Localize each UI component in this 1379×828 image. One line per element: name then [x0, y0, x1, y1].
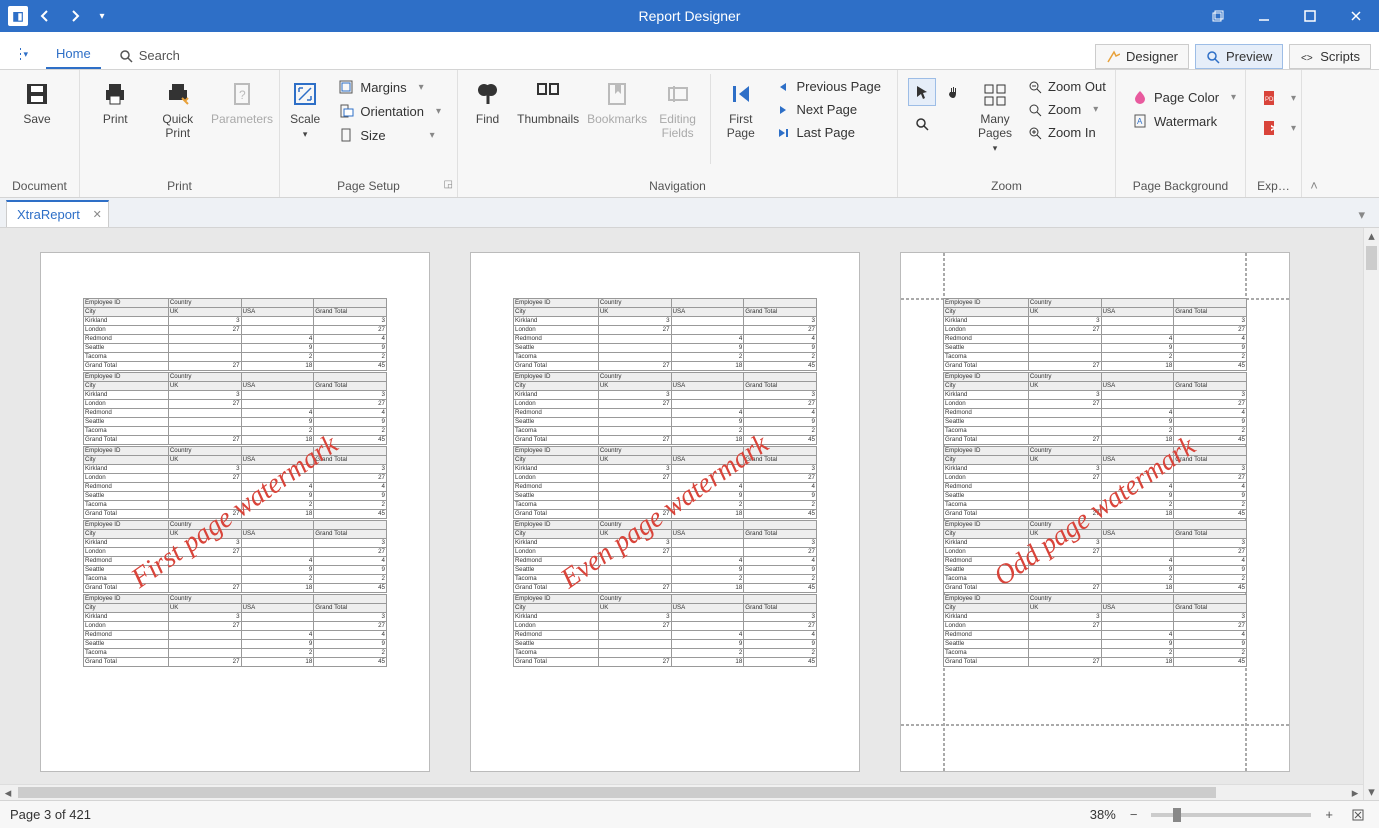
zoom-out-button[interactable]: Zoom Out: [1022, 76, 1112, 97]
orientation-button[interactable]: Orientation▾: [332, 100, 447, 122]
thumbnails-icon: [534, 78, 562, 110]
parameters-icon: ?: [228, 78, 256, 110]
find-button[interactable]: Find: [464, 74, 511, 130]
size-button[interactable]: Size▾: [332, 124, 447, 146]
export-pdf-button[interactable]: PDF▾: [1256, 84, 1301, 112]
hscroll-thumb[interactable]: [18, 787, 1216, 798]
editing-fields-button[interactable]: Editing Fields: [653, 74, 702, 144]
zoom-fit[interactable]: [1347, 806, 1369, 824]
quick-print-icon: [164, 78, 192, 110]
parameters-button[interactable]: ? Parameters: [211, 74, 273, 130]
file-menu[interactable]: ▾: [8, 39, 38, 69]
doc-tabs-dropdown[interactable]: ▾: [1350, 203, 1373, 227]
editing-fields-icon: [664, 78, 692, 110]
scroll-up[interactable]: ▴: [1364, 228, 1379, 244]
scroll-down[interactable]: ▾: [1364, 784, 1379, 800]
page-info: Page 3 of 421: [10, 807, 91, 822]
preview-page[interactable]: Employee IDCountryCityUKUSAGrand TotalKi…: [40, 252, 430, 772]
document-tab-strip: XtraReport ✕ ▾: [0, 198, 1379, 228]
scripts-label: Scripts: [1320, 49, 1360, 64]
page-content: Employee IDCountryCityUKUSAGrand TotalKi…: [83, 298, 387, 726]
save-button[interactable]: Save: [6, 74, 68, 130]
mode-scripts[interactable]: <> Scripts: [1289, 44, 1371, 69]
preview-page[interactable]: Employee IDCountryCityUKUSAGrand TotalKi…: [470, 252, 860, 772]
ribbon: Save Document Print Quick Print ?: [0, 70, 1379, 198]
svg-text:<>: <>: [1301, 53, 1313, 64]
svg-text:A: A: [1137, 117, 1143, 126]
tab-search[interactable]: Search: [109, 42, 190, 69]
thumbnails-button[interactable]: Thumbnails: [515, 74, 581, 130]
hand-tool[interactable]: [940, 78, 968, 106]
print-icon: [101, 78, 129, 110]
group-navigation-label: Navigation: [458, 177, 897, 197]
zoom-slider[interactable]: [1151, 813, 1311, 817]
many-pages-button[interactable]: Many Pages▾: [976, 74, 1014, 159]
margins-button[interactable]: Margins▾: [332, 76, 447, 98]
find-icon: [474, 78, 502, 110]
scroll-right[interactable]: ▸: [1347, 785, 1363, 801]
export-send-button[interactable]: ▾: [1256, 114, 1301, 142]
horizontal-scrollbar[interactable]: ◂ ▸: [0, 784, 1363, 800]
page-content: Employee IDCountryCityUKUSAGrand TotalKi…: [943, 298, 1247, 726]
watermark-button[interactable]: A Watermark: [1126, 110, 1242, 132]
quick-print-button[interactable]: Quick Print: [149, 74, 208, 144]
print-button[interactable]: Print: [86, 74, 145, 130]
save-icon: [23, 78, 51, 110]
window-title: Report Designer: [639, 8, 741, 24]
ribbon-collapse[interactable]: ˄: [1302, 70, 1326, 197]
group-pagebg-label: Page Background: [1116, 177, 1245, 197]
tab-home[interactable]: Home: [46, 40, 101, 69]
last-page-button[interactable]: Last Page: [770, 122, 887, 143]
zoom-out-small[interactable]: −: [1126, 805, 1142, 824]
restore-down-aux[interactable]: [1195, 0, 1241, 32]
zoom-value: 38%: [1090, 807, 1116, 822]
doc-tab-xtrareport[interactable]: XtraReport ✕: [6, 200, 109, 227]
scale-button[interactable]: Scale▾: [286, 74, 324, 145]
group-export-label: Exp…: [1246, 177, 1301, 197]
ribbon-tab-strip: ▾ Home Search Designer Preview <> Script…: [0, 32, 1379, 70]
group-document-label: Document: [0, 177, 79, 197]
next-page-button[interactable]: Next Page: [770, 99, 887, 120]
group-zoom-label: Zoom: [898, 177, 1115, 197]
bookmarks-button[interactable]: Bookmarks: [585, 74, 649, 130]
mode-designer[interactable]: Designer: [1095, 44, 1189, 69]
maximize-button[interactable]: [1287, 0, 1333, 32]
redo-button[interactable]: [62, 4, 86, 28]
statusbar: Page 3 of 421 38% − +: [0, 800, 1379, 828]
mode-preview[interactable]: Preview: [1195, 44, 1283, 69]
vertical-scrollbar[interactable]: ▴ ▾: [1363, 228, 1379, 800]
close-button[interactable]: [1333, 0, 1379, 32]
zoom-dropdown[interactable]: Zoom▾: [1022, 99, 1112, 120]
qa-dropdown[interactable]: ▾: [90, 4, 114, 28]
bookmarks-icon: [603, 78, 631, 110]
group-print-label: Print: [80, 177, 279, 197]
pointer-tool[interactable]: [908, 78, 936, 106]
svg-text:PDF: PDF: [1265, 97, 1277, 103]
previous-page-button[interactable]: Previous Page: [770, 76, 887, 97]
close-tab-icon[interactable]: ✕: [93, 208, 102, 221]
first-page-button[interactable]: First Page: [719, 74, 762, 144]
preview-page[interactable]: Employee IDCountryCityUKUSAGrand TotalKi…: [900, 252, 1290, 772]
page-content: Employee IDCountryCityUKUSAGrand TotalKi…: [513, 298, 817, 726]
svg-text:?: ?: [239, 88, 246, 102]
many-pages-icon: [981, 78, 1009, 110]
group-pagesetup-label: Page Setup◲: [280, 177, 457, 197]
scroll-left[interactable]: ◂: [0, 785, 16, 801]
first-page-icon: [727, 78, 755, 110]
search-label: Search: [139, 48, 180, 63]
magnifier-tool[interactable]: [908, 110, 936, 138]
minimize-button[interactable]: [1241, 0, 1287, 32]
page-color-button[interactable]: Page Color▾: [1126, 86, 1242, 108]
vscroll-thumb[interactable]: [1366, 246, 1377, 270]
undo-button[interactable]: [34, 4, 58, 28]
designer-label: Designer: [1126, 49, 1178, 64]
app-icon: ◧: [6, 4, 30, 28]
scale-icon: [291, 78, 319, 110]
pagesetup-launcher[interactable]: ◲: [444, 179, 453, 190]
titlebar: ◧ ▾ Report Designer: [0, 0, 1379, 32]
zoom-in-small[interactable]: +: [1321, 805, 1337, 824]
preview-label: Preview: [1226, 49, 1272, 64]
zoom-in-button[interactable]: Zoom In: [1022, 122, 1112, 143]
preview-workspace: Employee IDCountryCityUKUSAGrand TotalKi…: [0, 228, 1379, 800]
